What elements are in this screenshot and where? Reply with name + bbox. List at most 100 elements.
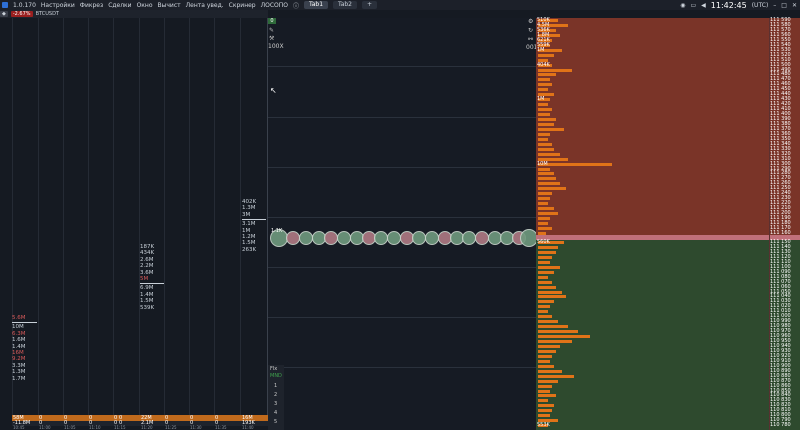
- volume-bar: [538, 147, 554, 151]
- time-label: 11:25: [165, 425, 177, 430]
- flx-level[interactable]: 1: [274, 383, 278, 389]
- grid-line: [268, 317, 536, 318]
- maximize-button[interactable]: □: [781, 2, 787, 9]
- pin-icon[interactable]: ◆: [0, 11, 8, 17]
- tab-1[interactable]: Tab1: [304, 1, 329, 9]
- volume-bar: [538, 344, 560, 348]
- time-label: 10:45: [13, 425, 25, 430]
- flx-level[interactable]: 3: [274, 401, 278, 407]
- trade-bubble: [324, 231, 338, 245]
- volume-bar: [538, 275, 548, 279]
- cluster-3: 402K 1.3M 3M 3.1M 1M 1.2M 1.5M 263K: [242, 199, 266, 253]
- volume-bar: [538, 88, 548, 92]
- volume-bar: [538, 389, 550, 393]
- volume-bar: [538, 172, 554, 176]
- cluster-value: 5.6M: [12, 315, 26, 321]
- time-label: 11:15: [114, 425, 126, 430]
- menu-screener[interactable]: Скринер: [229, 2, 256, 9]
- volume-bar: [538, 137, 548, 141]
- grid-line: [268, 167, 536, 168]
- volume-bar: [538, 255, 552, 259]
- volume-label: 10M: [537, 160, 548, 167]
- ask-ladder[interactable]: [536, 18, 800, 235]
- menu-fikrez[interactable]: Фикрез: [80, 2, 103, 9]
- column-divider: [214, 18, 215, 415]
- settings-icon[interactable]: ⚙: [528, 18, 533, 25]
- volume-bar: [538, 364, 554, 368]
- trade-bubble: [475, 231, 489, 245]
- tape-chart[interactable]: [268, 18, 536, 430]
- price-level[interactable]: 110 780: [770, 423, 800, 428]
- volume-bar: [538, 53, 554, 57]
- menu-window[interactable]: Окно: [137, 2, 153, 9]
- flx-level[interactable]: 4: [274, 410, 278, 416]
- volume-bar: [538, 315, 552, 319]
- grid-line: [268, 117, 536, 118]
- flx-level[interactable]: 2: [274, 392, 278, 398]
- volume-bar: [538, 414, 550, 418]
- flx-level[interactable]: 5: [274, 419, 278, 425]
- tools-icon[interactable]: ⚒: [269, 35, 274, 42]
- volume-bar: [538, 270, 554, 274]
- volume-bar: [538, 280, 552, 284]
- layout-icon[interactable]: ▭: [690, 2, 696, 9]
- price-level[interactable]: 111 160: [770, 230, 800, 236]
- app-version: 1.0.170: [13, 1, 36, 9]
- volume-label: 1M: [537, 46, 545, 53]
- volume-bar: [538, 202, 548, 206]
- volume-bar: [538, 162, 612, 166]
- sound-icon[interactable]: ◀: [701, 2, 706, 9]
- link-icon[interactable]: ⚯: [528, 36, 533, 43]
- volume-bar: [538, 231, 546, 235]
- top-indicator: 0: [268, 18, 276, 24]
- trade-bubble: [374, 231, 388, 245]
- mouse-cursor-icon: ↖: [270, 86, 277, 95]
- symbol-name[interactable]: BTCUSDT: [36, 11, 59, 17]
- pencil-icon[interactable]: ✎: [269, 27, 274, 34]
- volume-bar: [538, 349, 556, 353]
- tab-2[interactable]: Tab2: [333, 1, 357, 9]
- bubble-label: 1.1K: [271, 228, 283, 234]
- refresh-icon[interactable]: ↻: [528, 27, 533, 34]
- menu-settings[interactable]: Настройки: [41, 2, 75, 9]
- volume-bar: [538, 290, 562, 294]
- volume-bar: [538, 122, 554, 126]
- notification-icon[interactable]: ◉: [680, 2, 685, 9]
- volume-label: 404K: [537, 61, 550, 68]
- cluster-value: 5M: [140, 276, 149, 283]
- menu-losopo[interactable]: ЛОСОПО: [261, 2, 288, 9]
- column-divider: [240, 18, 241, 415]
- flx-mode[interactable]: MND: [270, 373, 282, 379]
- volume-label: 560K: [537, 239, 550, 245]
- volume-bar: [538, 409, 552, 413]
- add-tab-button[interactable]: +: [362, 1, 378, 9]
- volume-bar: [538, 212, 558, 216]
- cluster-value: 1.7M: [12, 375, 26, 382]
- volume-bar: [538, 384, 552, 388]
- volume-bar: [538, 359, 550, 363]
- help-icon[interactable]: ⓘ: [293, 1, 299, 10]
- minimize-button[interactable]: –: [773, 2, 776, 9]
- menu-notifications[interactable]: Лента увед.: [186, 2, 224, 9]
- volume-bar: [538, 226, 552, 230]
- cluster-marker: [140, 283, 164, 285]
- close-button[interactable]: ✕: [792, 2, 797, 9]
- trade-bubble: [337, 231, 351, 245]
- volume-bar: [538, 167, 550, 171]
- menu-clear[interactable]: Вычист: [158, 2, 181, 9]
- column-divider: [63, 18, 64, 415]
- volume-bar: [538, 300, 554, 304]
- menu-trades[interactable]: Сделки: [108, 2, 131, 9]
- clock: 11:42:45: [710, 0, 747, 10]
- volume-bar: [538, 68, 572, 72]
- column-divider: [113, 18, 114, 415]
- volume-bar: [538, 192, 552, 196]
- volume-bar: [538, 217, 550, 220]
- top-menu-bar: 1.0.170 Настройки Фикрез Сделки Окно Выч…: [0, 0, 800, 10]
- time-label: 11:10: [89, 425, 101, 430]
- time-label: 11:05: [64, 425, 76, 430]
- volume-bar: [538, 330, 578, 334]
- volume-bar: [538, 108, 552, 112]
- volume-bar: [538, 132, 550, 136]
- time-label: 11:40: [242, 425, 254, 430]
